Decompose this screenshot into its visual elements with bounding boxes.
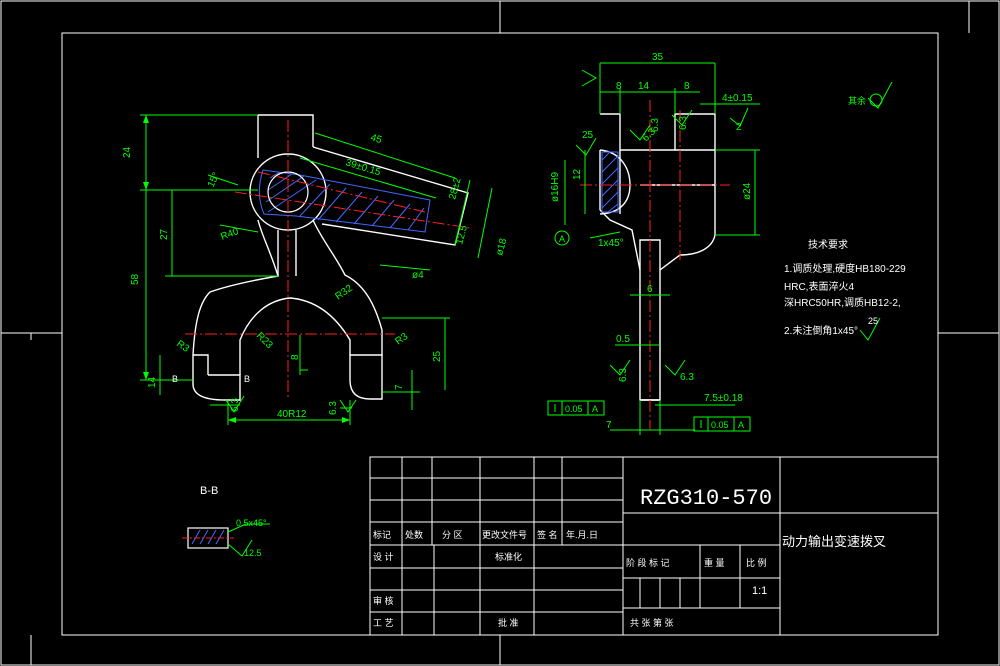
side-ra-2: 2	[736, 122, 742, 133]
front-bmark-right: B	[244, 374, 250, 384]
front-dim-58: 58	[130, 273, 141, 285]
side-dim-6: 6	[647, 284, 653, 295]
tol-frame-2-value: 0.05	[711, 420, 729, 430]
ratio-label: 比 例	[746, 557, 767, 568]
side-dim-35: 35	[652, 52, 664, 63]
side-dim-8b: 8	[684, 81, 690, 92]
notes-heading: 技术要求	[808, 238, 848, 251]
datum-a-label: A	[559, 234, 565, 244]
front-dim-40r12: 40R12	[277, 409, 307, 420]
side-view-hatch	[601, 151, 619, 213]
design-label: 设 计	[373, 551, 394, 562]
tolerance-frame-2: 0.05 A	[693, 416, 751, 432]
rev-header-zone: 分 区	[442, 530, 463, 540]
notes-ra-25: 25	[868, 316, 878, 326]
side-dim-lx45: 1x45°	[598, 238, 624, 249]
notes-line-1: 1.调质处理,硬度HB180-229	[784, 262, 906, 275]
side-dim-12: 12	[572, 168, 583, 180]
front-dim-r32: R32	[333, 283, 355, 303]
notes-line-2: HRC,表面淬火4	[784, 280, 854, 293]
tolerance-frame-1: 0.05 A	[547, 400, 605, 416]
side-dim-4: 4±0.15	[722, 93, 753, 104]
section-chamfer: 0.5x45°	[236, 518, 267, 528]
side-dim-7: 7	[606, 420, 612, 431]
side-ra-6-3e: 6.3	[678, 116, 689, 130]
notes-other-label: 其余	[848, 95, 866, 106]
front-view: 24 27 58 15° 45 39±0.15 28±2 12.5 ø18 ø4…	[122, 114, 509, 425]
scale-value: 1:1	[752, 585, 767, 597]
front-view-centerlines	[185, 120, 471, 400]
front-bmark-left: B	[172, 374, 178, 384]
process-label: 工 艺	[373, 618, 394, 628]
part-name: 动力输出变速拨叉	[782, 534, 886, 549]
front-dim-27: 27	[159, 228, 170, 240]
front-dim-24: 24	[122, 146, 133, 158]
tol-frame-1-ref: A	[592, 404, 598, 414]
side-dim-0-5: 0.5	[616, 334, 630, 345]
front-dim-15deg: 15°	[206, 171, 222, 189]
approve-label: 批 准	[498, 617, 519, 628]
front-dim-r3-right: R3	[393, 331, 410, 348]
rev-header-date: 年.月.日	[566, 529, 598, 540]
side-dim-8a: 8	[616, 81, 622, 92]
side-dim-7-5: 7.5±0.18	[704, 393, 743, 404]
rev-header-doc: 更改文件号	[482, 529, 527, 540]
rev-header-sign: 签 名	[537, 529, 558, 540]
front-dim-45: 45	[369, 132, 383, 146]
front-dim-phi4: ø4	[412, 270, 424, 281]
side-dim-14: 14	[638, 81, 650, 92]
notes-line-4: 2.未注倒角1x45°	[784, 324, 858, 337]
tol-frame-2-ref: A	[738, 420, 744, 430]
rev-header-count: 处数	[405, 529, 423, 540]
sheet-label: 共 张 第 张	[630, 617, 674, 628]
side-dim-16h9: ø16H9	[550, 172, 561, 202]
datum-a-symbol: A	[554, 230, 570, 246]
weight-label: 重 量	[704, 557, 725, 568]
front-ra-6-3b: 6.3	[328, 401, 339, 415]
section-ra: 12.5	[244, 548, 262, 558]
front-dim-14: 14	[147, 376, 158, 388]
side-ra-6-3c: 6.3	[618, 368, 629, 382]
side-dim-phi24: ø24	[742, 182, 753, 200]
front-dim-phi18: ø18	[494, 237, 509, 257]
section-b-b: B-B 0.5x45° 12.5	[182, 485, 270, 558]
front-dim-25: 25	[432, 350, 443, 362]
standardize-label: 标准化	[495, 551, 522, 562]
notes-line-3: 深HRC50HR,调质HB12-2,	[784, 297, 901, 309]
section-label: B-B	[200, 485, 218, 497]
front-view-section	[258, 169, 431, 233]
front-view-outline	[192, 114, 469, 401]
front-dim-8: 8	[290, 354, 301, 360]
front-dim-28: 28±2	[447, 176, 463, 201]
side-ra-25: 25	[582, 130, 594, 141]
front-dim-12-5: 12.5	[454, 224, 470, 246]
rev-header-mark: 标记	[373, 529, 391, 540]
front-ra-6-3a: 6.3	[230, 398, 241, 412]
tol-frame-1-value: 0.05	[565, 404, 583, 414]
front-dim-7: 7	[394, 384, 405, 390]
stage-label: 阶 段 标 记	[626, 557, 670, 568]
front-dim-r3-left: R3	[174, 338, 191, 355]
front-dim-39: 39±0.15	[344, 157, 382, 178]
review-label: 审 核	[373, 595, 394, 606]
side-ra-6-3d: 6.3	[680, 372, 694, 383]
drawing-canvas: 24 27 58 15° 45 39±0.15 28±2 12.5 ø18 ø4…	[0, 0, 1000, 666]
technical-notes: 其余 技术要求 1.调质处理,硬度HB180-229 HRC,表面淬火4 深HR…	[784, 95, 906, 337]
drawing-number: RZG310-570	[640, 486, 772, 511]
